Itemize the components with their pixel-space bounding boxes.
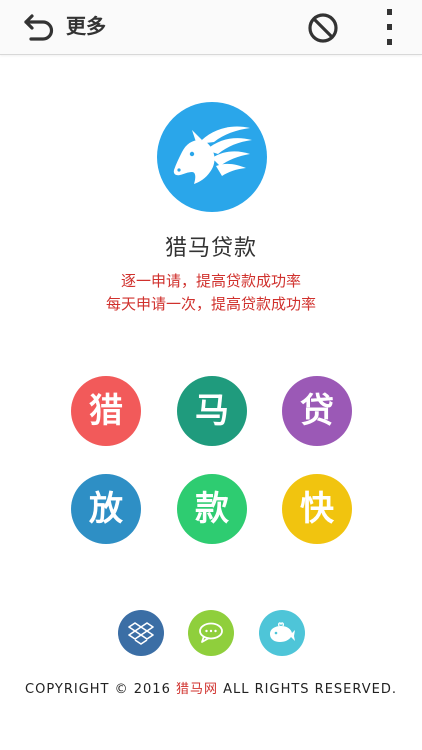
- app-logo: [157, 102, 267, 212]
- char-circle-5[interactable]: 款: [177, 474, 247, 544]
- horse-head-icon: [173, 126, 252, 184]
- copyright-text: COPYRIGHT © 2016 猎马网 ALL RIGHTS RESERVED…: [0, 680, 422, 700]
- brand-link[interactable]: 猎马网: [176, 682, 218, 697]
- whale-icon: [270, 622, 295, 642]
- chat-bubble-icon: [199, 622, 223, 643]
- more-vertical-icon: [387, 9, 392, 45]
- back-arrow-icon: [24, 14, 54, 41]
- chat-button[interactable]: [188, 610, 234, 656]
- whale-button[interactable]: [259, 610, 305, 656]
- slogan-line-1: 逐一申请，提高贷款成功率: [120, 272, 301, 290]
- top-app-bar: 更多: [0, 0, 422, 55]
- slogan-line-2: 每天申请一次，提高贷款成功率: [105, 295, 316, 313]
- block-button[interactable]: [304, 9, 342, 47]
- copyright-suffix: ALL RIGHTS RESERVED.: [218, 682, 397, 697]
- page-title: 更多: [66, 14, 106, 38]
- block-icon: [308, 13, 338, 43]
- char-circle-4[interactable]: 放: [71, 474, 141, 544]
- more-options-button[interactable]: [375, 6, 405, 48]
- app-name: 猎马贷款: [164, 236, 257, 261]
- dropbox-button[interactable]: [118, 610, 164, 656]
- copyright-prefix: COPYRIGHT © 2016: [25, 682, 176, 697]
- back-button[interactable]: [20, 7, 60, 47]
- char-circle-2[interactable]: 马: [177, 376, 247, 446]
- char-circle-6[interactable]: 快: [282, 474, 352, 544]
- char-circle-3[interactable]: 贷: [282, 376, 352, 446]
- char-circle-1[interactable]: 猎: [71, 376, 141, 446]
- dropbox-icon: [128, 622, 154, 645]
